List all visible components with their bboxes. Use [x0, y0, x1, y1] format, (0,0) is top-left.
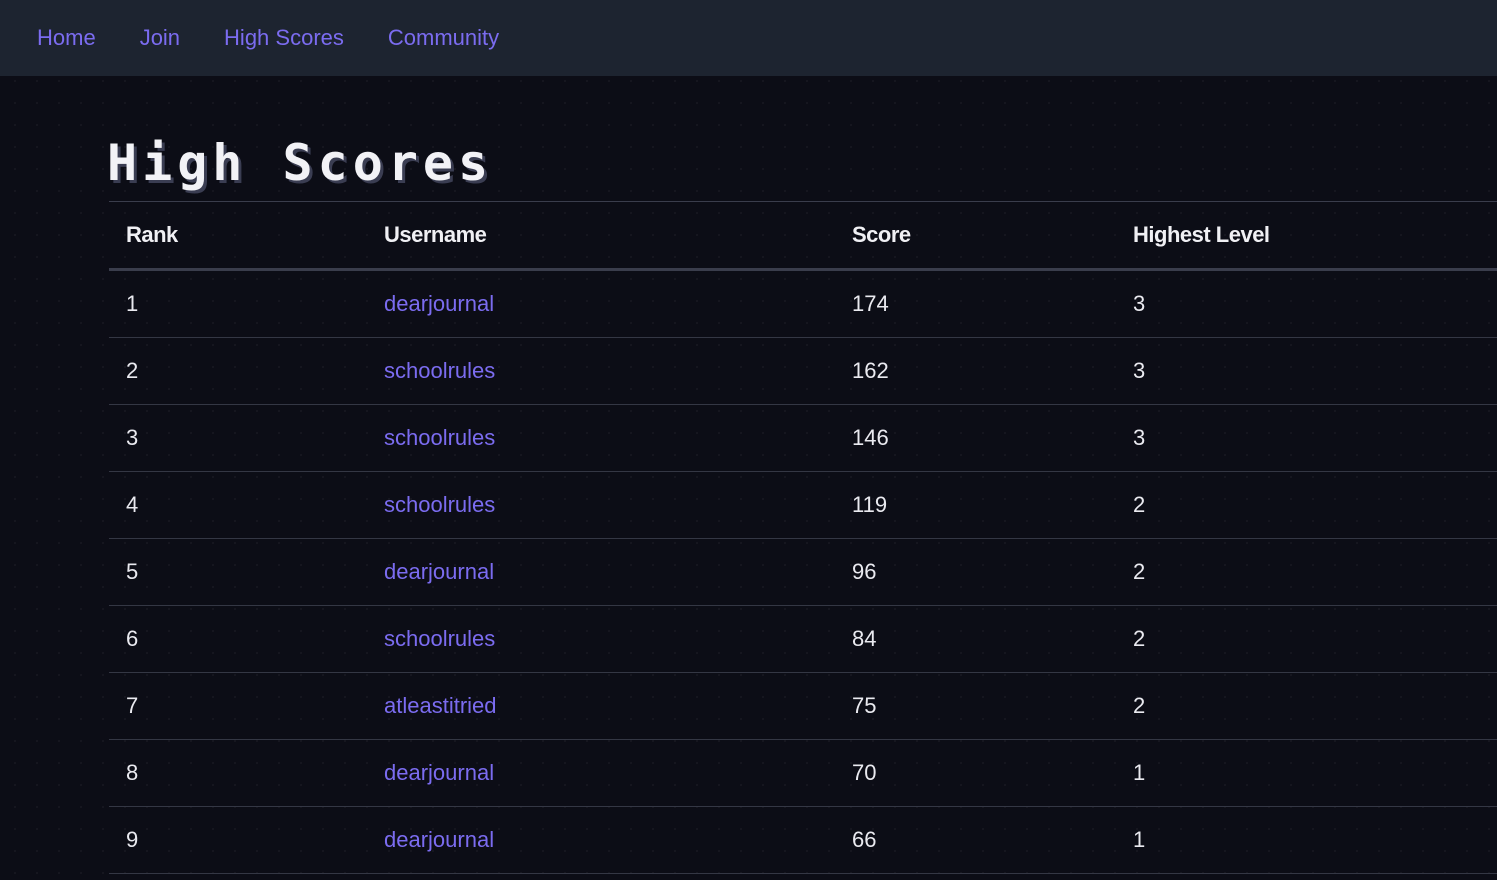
level-cell: 3: [1116, 404, 1497, 472]
username-cell: dearjournal: [367, 269, 835, 338]
page-title: High Scores: [107, 134, 494, 192]
score-cell: 70: [835, 739, 1116, 807]
column-header-score[interactable]: Score: [835, 201, 1116, 271]
high-scores-table: Rank Username Score Highest Level 1 dear…: [109, 201, 1497, 874]
username-link[interactable]: atleastitried: [384, 693, 497, 718]
username-link[interactable]: dearjournal: [384, 559, 494, 584]
username-link[interactable]: schoolrules: [384, 626, 495, 651]
table-row: 7 atleastitried 75 2: [109, 672, 1497, 740]
rank-cell: 3: [109, 404, 367, 472]
score-cell: 162: [835, 337, 1116, 405]
rank-cell: 5: [109, 538, 367, 606]
table-row: 9 dearjournal 66 1: [109, 806, 1497, 874]
nav-link-community[interactable]: Community: [388, 27, 499, 49]
table-row: 6 schoolrules 84 2: [109, 605, 1497, 673]
score-cell: 146: [835, 404, 1116, 472]
level-cell: 1: [1116, 739, 1497, 807]
username-cell: schoolrules: [367, 605, 835, 673]
column-header-username[interactable]: Username: [367, 201, 835, 271]
level-cell: 3: [1116, 269, 1497, 338]
table-row: 1 dearjournal 174 3: [109, 269, 1497, 338]
username-cell: atleastitried: [367, 672, 835, 740]
username-link[interactable]: schoolrules: [384, 425, 495, 450]
username-link[interactable]: schoolrules: [384, 492, 495, 517]
top-navigation: Home Join High Scores Community: [0, 0, 1497, 76]
level-cell: 2: [1116, 471, 1497, 539]
username-cell: schoolrules: [367, 471, 835, 539]
rank-cell: 7: [109, 672, 367, 740]
username-link[interactable]: dearjournal: [384, 760, 494, 785]
level-cell: 3: [1116, 337, 1497, 405]
username-cell: dearjournal: [367, 538, 835, 606]
rank-cell: 2: [109, 337, 367, 405]
username-cell: dearjournal: [367, 739, 835, 807]
rank-cell: 6: [109, 605, 367, 673]
level-cell: 2: [1116, 605, 1497, 673]
score-cell: 66: [835, 806, 1116, 874]
rank-cell: 1: [109, 269, 367, 338]
level-cell: 2: [1116, 672, 1497, 740]
score-cell: 84: [835, 605, 1116, 673]
username-link[interactable]: schoolrules: [384, 358, 495, 383]
username-cell: dearjournal: [367, 806, 835, 874]
table-header-row: Rank Username Score Highest Level: [109, 201, 1497, 271]
table-row: 3 schoolrules 146 3: [109, 404, 1497, 472]
username-link[interactable]: dearjournal: [384, 291, 494, 316]
level-cell: 2: [1116, 538, 1497, 606]
table-row: 8 dearjournal 70 1: [109, 739, 1497, 807]
score-cell: 75: [835, 672, 1116, 740]
table-row: 2 schoolrules 162 3: [109, 337, 1497, 405]
nav-link-high-scores[interactable]: High Scores: [224, 27, 344, 49]
score-cell: 96: [835, 538, 1116, 606]
rank-cell: 8: [109, 739, 367, 807]
column-header-rank[interactable]: Rank: [109, 201, 367, 271]
rank-cell: 9: [109, 806, 367, 874]
table-row: 5 dearjournal 96 2: [109, 538, 1497, 606]
column-header-highest-level[interactable]: Highest Level: [1116, 201, 1497, 271]
username-link[interactable]: dearjournal: [384, 827, 494, 852]
level-cell: 1: [1116, 806, 1497, 874]
username-cell: schoolrules: [367, 404, 835, 472]
rank-cell: 4: [109, 471, 367, 539]
score-cell: 119: [835, 471, 1116, 539]
nav-link-home[interactable]: Home: [37, 27, 96, 49]
table-row: 4 schoolrules 119 2: [109, 471, 1497, 539]
username-cell: schoolrules: [367, 337, 835, 405]
nav-link-join[interactable]: Join: [140, 27, 180, 49]
score-cell: 174: [835, 269, 1116, 338]
